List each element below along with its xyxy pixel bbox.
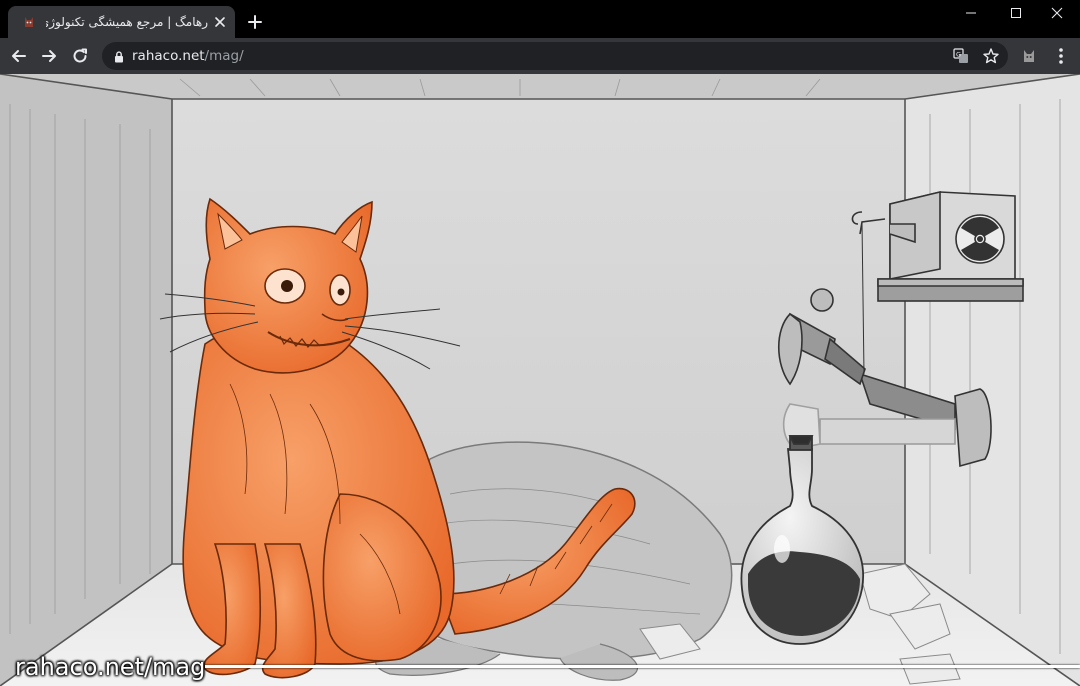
arrow-left-icon[interactable] <box>9 46 29 66</box>
tab-strip: رهامگ | مرجع همیشگی تکنولوژی | <box>0 0 1080 38</box>
browser-window: رهامگ | مرجع همیشگی تکنولوژی | rahaco.ne… <box>0 0 1080 686</box>
watermark-text: rahaco.net/mag <box>15 653 206 681</box>
url-text[interactable]: rahaco.net/mag/ <box>132 48 244 64</box>
kebab-menu-icon[interactable] <box>1052 46 1070 66</box>
rahaco-favicon-icon <box>21 14 37 30</box>
browser-toolbar: rahaco.net/mag/ G <box>0 38 1080 74</box>
tab-close-icon[interactable] <box>212 14 228 30</box>
new-tab-plus-icon[interactable] <box>245 12 265 32</box>
url-path: /mag/ <box>204 48 244 64</box>
lock-icon[interactable] <box>112 49 126 63</box>
tab-active[interactable]: رهامگ | مرجع همیشگی تکنولوژی | <box>8 6 235 38</box>
watermark-underline <box>205 665 1080 668</box>
star-icon[interactable] <box>982 47 1000 65</box>
schrodinger-cat-illustration <box>0 74 1080 686</box>
translate-icon[interactable]: G <box>953 48 969 64</box>
svg-text:G: G <box>956 50 961 58</box>
tab-title: رهامگ | مرجع همیشگی تکنولوژی | <box>46 15 208 29</box>
maximize-icon[interactable] <box>993 0 1039 26</box>
page-content: rahaco.net/mag <box>0 74 1080 686</box>
address-bar[interactable]: rahaco.net/mag/ G <box>102 42 1008 70</box>
arrow-right-icon[interactable] <box>39 46 59 66</box>
extension-icon[interactable] <box>1020 47 1038 65</box>
minimize-icon[interactable] <box>948 0 994 26</box>
window-close-icon[interactable] <box>1034 0 1080 26</box>
url-host: rahaco.net <box>132 48 205 64</box>
reload-icon[interactable] <box>70 46 90 66</box>
